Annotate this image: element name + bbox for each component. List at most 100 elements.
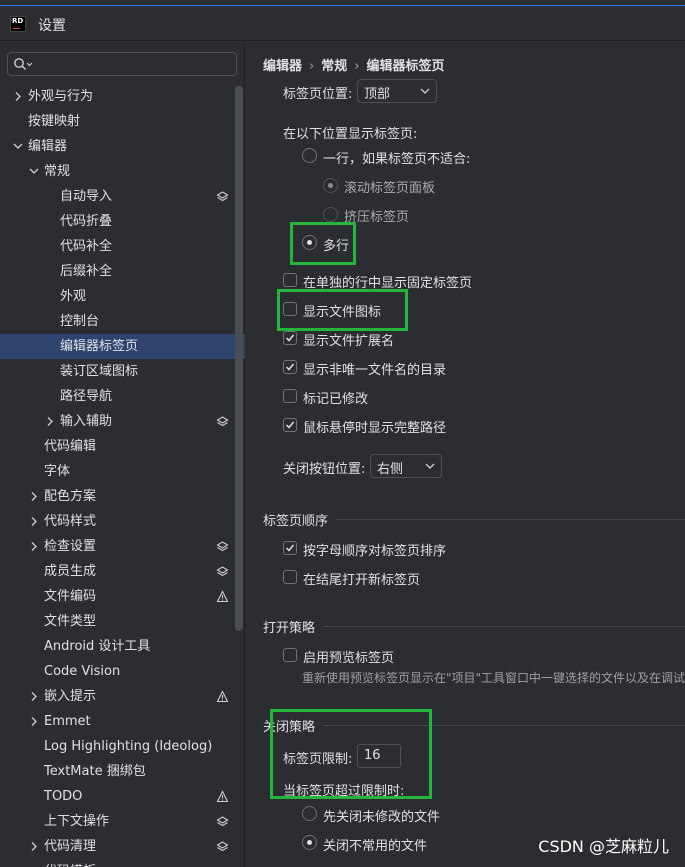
breadcrumb-item-general[interactable]: 常规: [321, 59, 347, 74]
sidebar-item-label: 控制台: [60, 314, 100, 329]
sidebar-item[interactable]: 装订区域图标: [0, 359, 245, 384]
show-file-ext-checkbox[interactable]: [283, 331, 297, 345]
show-file-ext-label: 显示文件扩展名: [303, 334, 395, 349]
sidebar-item[interactable]: 代码清理: [0, 834, 245, 859]
sidebar-item[interactable]: 检查设置: [0, 534, 245, 559]
sidebar-item[interactable]: 编辑器: [0, 134, 245, 159]
sidebar-item[interactable]: Code Vision: [0, 659, 245, 684]
sidebar-item[interactable]: 编辑器标签页: [0, 334, 245, 359]
search-input[interactable]: [7, 52, 237, 76]
sidebar-item[interactable]: 字体: [0, 459, 245, 484]
close-button-pos-value: 右侧: [377, 462, 404, 477]
warning-icon: [216, 790, 229, 803]
tab-order-section-title: 标签页顺序: [263, 514, 329, 529]
enable-preview-checkbox[interactable]: [283, 648, 297, 662]
chevron-right-icon[interactable]: [28, 834, 40, 859]
mark-modified-checkbox[interactable]: [283, 389, 297, 403]
open-at-end-checkbox[interactable]: [283, 570, 297, 584]
show-dir-nonunique-checkbox[interactable]: [283, 360, 297, 374]
pinned-separate-row-checkbox[interactable]: [283, 273, 297, 287]
sidebar-item-label: 嵌入提示: [44, 689, 97, 704]
sidebar-item-label: 代码折叠: [60, 214, 113, 229]
sidebar-item-label: TextMate 捆绑包: [44, 764, 146, 779]
sidebar-item[interactable]: 常规: [0, 159, 245, 184]
layers-icon: [216, 541, 229, 552]
sidebar-item[interactable]: 文件编码: [0, 584, 245, 609]
chevron-right-icon[interactable]: [28, 534, 40, 559]
chevron-right-icon[interactable]: [28, 484, 40, 509]
sidebar-item-label: 上下文操作: [44, 814, 110, 829]
full-path-hover-checkbox[interactable]: [283, 418, 297, 432]
sidebar-item-label: TODO: [44, 789, 83, 804]
close-button-pos-select[interactable]: 右侧: [370, 454, 442, 478]
sidebar-item[interactable]: Android 设计工具: [0, 634, 245, 659]
show-tabs-in-label: 在以下位置显示标签页:: [283, 127, 418, 142]
chevron-down-icon[interactable]: [28, 159, 40, 184]
tab-placement-select[interactable]: 顶部: [357, 79, 437, 103]
checkmark-icon: [285, 334, 295, 342]
sidebar-item[interactable]: 后缀补全: [0, 259, 245, 284]
sidebar-item-label: 代码模板: [44, 859, 96, 867]
sidebar-item[interactable]: 控制台: [0, 309, 245, 334]
sidebar-item-label: Android 设计工具: [44, 639, 151, 654]
chevron-right-icon[interactable]: [44, 409, 56, 434]
sidebar-item[interactable]: 文件类型: [0, 609, 245, 634]
sidebar-item-label: 按键映射: [28, 114, 81, 129]
chevron-right-icon[interactable]: [28, 509, 40, 534]
sidebar-item[interactable]: 路径导航: [0, 384, 245, 409]
sidebar-item[interactable]: 成员生成: [0, 559, 245, 584]
chevron-right-icon[interactable]: [12, 84, 24, 109]
sidebar-scrollbar[interactable]: [235, 86, 243, 631]
full-path-hover-label: 鼠标悬停时显示完整路径: [303, 421, 447, 436]
close-button-pos-label: 关闭按钮位置:: [283, 462, 366, 477]
sidebar-item-label: 代码补全: [60, 239, 113, 254]
sidebar-item-label: 代码清理: [44, 839, 97, 854]
window-top-accent: [0, 0, 685, 6]
section-divider: [323, 626, 685, 627]
sidebar-item[interactable]: 自动导入: [0, 184, 245, 209]
rider-logo-icon: RD: [10, 16, 26, 32]
squeeze-radio[interactable]: [323, 207, 338, 222]
sidebar-item[interactable]: 代码模板: [0, 859, 245, 867]
warning-icon: [216, 590, 229, 603]
sidebar-item-label: 路径导航: [60, 389, 113, 404]
sidebar-item[interactable]: 上下文操作: [0, 809, 245, 834]
breadcrumb-item-editor[interactable]: 编辑器: [263, 59, 302, 74]
sidebar-item[interactable]: Emmet: [0, 709, 245, 734]
scroll-panel-radio[interactable]: [323, 178, 338, 193]
sidebar-item[interactable]: 嵌入提示: [0, 684, 245, 709]
chevron-down-icon[interactable]: [12, 134, 24, 159]
sidebar-item[interactable]: 按键映射: [0, 109, 245, 134]
chevron-right-icon[interactable]: [28, 709, 40, 734]
checkmark-icon: [285, 421, 295, 429]
tab-placement-value: 顶部: [364, 87, 391, 102]
sidebar-item[interactable]: 外观: [0, 284, 245, 309]
sidebar-item[interactable]: 代码补全: [0, 234, 245, 259]
close-unmodified-label: 先关闭未修改的文件: [323, 810, 441, 825]
one-row-label: 一行，如果标签页不适合:: [323, 152, 471, 167]
sidebar-item[interactable]: 输入辅助: [0, 409, 245, 434]
search-icon: [14, 58, 33, 70]
chevron-right-icon[interactable]: [28, 859, 40, 867]
sidebar-item[interactable]: 配色方案: [0, 484, 245, 509]
scroll-panel-label: 滚动标签页面板: [344, 181, 436, 196]
sidebar-item[interactable]: 外观与行为: [0, 84, 245, 109]
sidebar-item-label: 成员生成: [44, 564, 97, 579]
one-row-radio[interactable]: [302, 148, 317, 163]
sidebar-item[interactable]: TextMate 捆绑包: [0, 759, 245, 784]
window-title: 设置: [38, 18, 66, 34]
close-unmodified-radio[interactable]: [302, 806, 317, 821]
sidebar-item[interactable]: 代码编辑: [0, 434, 245, 459]
sidebar-item[interactable]: TODO: [0, 784, 245, 809]
sidebar-item[interactable]: Log Highlighting (Ideolog): [0, 734, 245, 759]
sidebar-item-label: 代码样式: [44, 514, 97, 529]
sidebar-item-label: 常规: [44, 164, 71, 179]
sidebar-item[interactable]: 代码折叠: [0, 209, 245, 234]
breadcrumb-separator: ›: [354, 59, 360, 74]
chevron-right-icon[interactable]: [28, 684, 40, 709]
show-dir-nonunique-label: 显示非唯一文件名的目录: [303, 363, 447, 378]
sidebar-item[interactable]: 代码样式: [0, 509, 245, 534]
sidebar-item-label: 文件类型: [44, 614, 97, 629]
close-unused-radio[interactable]: [302, 835, 317, 850]
sort-alpha-checkbox[interactable]: [283, 541, 297, 555]
